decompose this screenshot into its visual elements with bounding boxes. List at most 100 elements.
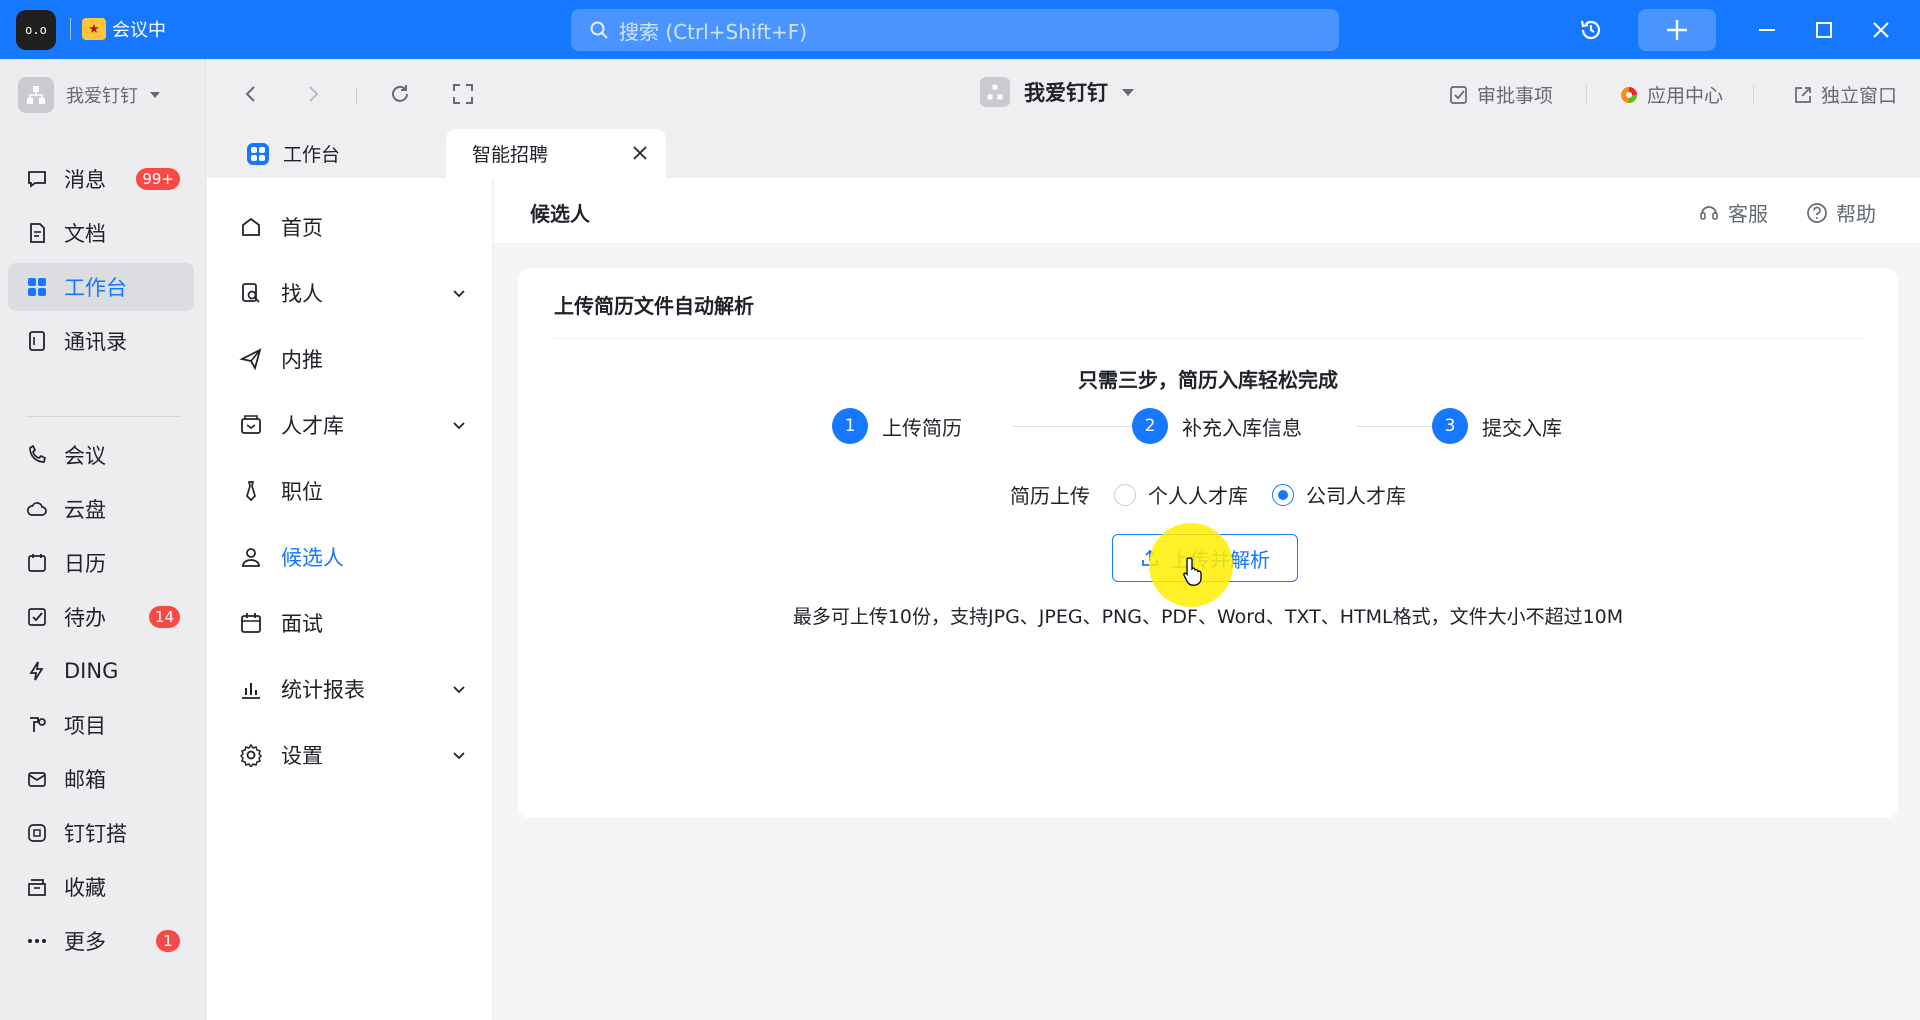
step-number: 1	[832, 408, 868, 444]
close-tab-icon[interactable]	[630, 143, 650, 163]
menu-label: 找人	[281, 282, 323, 306]
toolbar-separator	[356, 87, 357, 105]
step-upload: 1 上传简历	[832, 408, 962, 444]
approval-link[interactable]: 审批事项	[1449, 81, 1553, 108]
nav-item-contacts[interactable]: 通讯录	[8, 317, 194, 365]
radio-circle[interactable]	[1272, 483, 1294, 506]
nav-item-project[interactable]: 项目	[8, 701, 194, 749]
nav-item-favorites[interactable]: 收藏	[8, 863, 194, 911]
more-icon	[28, 939, 46, 943]
meeting-icon: ★	[82, 18, 106, 40]
tab-label: 工作台	[283, 144, 341, 166]
minimize-icon[interactable]	[1750, 13, 1784, 47]
nav-item-more[interactable]: 更多 1	[8, 917, 194, 965]
meeting-label: 会议中	[112, 20, 166, 41]
nav-item-ding[interactable]: DING	[8, 647, 194, 695]
step-connector	[1012, 426, 1148, 427]
fullscreen-icon[interactable]	[449, 80, 477, 108]
org-switcher[interactable]: 我爱钉钉	[18, 77, 160, 113]
approval-label: 审批事项	[1477, 85, 1554, 107]
nav-item-todo[interactable]: 待办 14	[8, 593, 194, 641]
close-icon[interactable]	[1864, 13, 1898, 47]
app-logo[interactable]: o.o	[16, 10, 56, 50]
external-window-icon	[1795, 86, 1811, 103]
app-center-link[interactable]: 应用中心	[1619, 81, 1723, 108]
upload-hint: 最多可上传10份，支持JPG、JPEG、PNG、PDF、Word、TXT、HTM…	[792, 606, 1624, 628]
menu-item-talent-pool[interactable]: 人才库	[239, 405, 467, 445]
card-title: 上传简历文件自动解析	[554, 294, 754, 318]
step-label: 提交入库	[1482, 415, 1562, 440]
message-icon	[28, 171, 46, 188]
customer-service-link[interactable]: 客服	[1698, 198, 1768, 227]
nav-item-workbench[interactable]: 工作台	[8, 263, 194, 311]
org-icon	[980, 77, 1010, 107]
content-header: 候选人 客服 帮助	[494, 178, 1920, 244]
todo-badge: 14	[148, 606, 180, 628]
org-title-switcher[interactable]: 我爱钉钉	[980, 77, 1134, 107]
radio-personal-pool[interactable]: 个人人才库	[1114, 480, 1248, 509]
nav-item-mail[interactable]: 邮箱	[8, 755, 194, 803]
menu-item-home[interactable]: 首页	[239, 207, 467, 247]
chevron-down-icon	[150, 92, 160, 98]
menu-item-referral[interactable]: 内推	[239, 339, 467, 379]
tab-workbench[interactable]: 工作台	[247, 129, 447, 178]
tab-bar: 工作台 智能招聘	[207, 129, 1920, 178]
menu-label: 设置	[281, 744, 323, 768]
builder-icon	[28, 824, 46, 842]
nav-label: DING	[64, 659, 119, 683]
unread-badge: 99+	[136, 168, 180, 190]
nav-item-builder[interactable]: 钉钉搭	[8, 809, 194, 857]
search-input[interactable]: 搜索 (Ctrl+Shift+F)	[571, 9, 1339, 51]
back-icon[interactable]	[237, 80, 265, 108]
workbench-icon	[247, 142, 269, 165]
recruit-sidebar: 首页 找人 内推 人才库 职位 候选人 面试 统计报表 设置	[207, 178, 493, 1020]
tab-smart-recruit[interactable]: 智能招聘	[446, 129, 666, 178]
meeting-status[interactable]: ★ 会议中	[82, 16, 166, 42]
standalone-window-link[interactable]: 独立窗口	[1793, 81, 1897, 108]
upload-card: 上传简历文件自动解析 只需三步，简历入库轻松完成 1 上传简历 2 补充入库信息…	[518, 268, 1898, 818]
menu-item-candidates[interactable]: 候选人	[239, 537, 467, 577]
menu-item-find-person[interactable]: 找人	[239, 273, 467, 313]
nav-divider	[26, 416, 180, 417]
forward-icon[interactable]	[299, 80, 327, 108]
menu-label: 候选人	[281, 546, 344, 570]
nav-item-documents[interactable]: 文档	[8, 209, 194, 257]
menu-item-statistics[interactable]: 统计报表	[239, 669, 467, 709]
favorites-icon	[28, 879, 46, 896]
nav-item-calendar[interactable]: 日历	[8, 539, 194, 587]
history-icon[interactable]	[1574, 13, 1608, 47]
refresh-icon[interactable]	[386, 80, 414, 108]
radio-circle[interactable]	[1114, 483, 1136, 506]
help-icon	[1807, 202, 1827, 223]
org-icon	[18, 77, 54, 113]
nav-label: 文档	[64, 222, 106, 246]
radio-company-pool[interactable]: 公司人才库	[1272, 480, 1406, 509]
chevron-down-icon	[453, 686, 465, 694]
nav-item-meeting[interactable]: 会议	[8, 431, 194, 479]
hand-cursor-icon	[1183, 557, 1202, 586]
menu-item-settings[interactable]: 设置	[239, 735, 467, 775]
more-badge: 1	[156, 930, 180, 952]
nav-item-cloud-drive[interactable]: 云盘	[8, 485, 194, 533]
card-divider	[554, 338, 1864, 339]
nav-item-messages[interactable]: 消息 99+	[8, 155, 194, 203]
chevron-down-icon	[453, 752, 465, 760]
add-button[interactable]	[1638, 9, 1716, 51]
step-label: 上传简历	[882, 415, 962, 440]
nav-label: 工作台	[64, 276, 127, 300]
step-label: 补充入库信息	[1182, 415, 1302, 440]
user-icon	[242, 548, 260, 567]
radio-label: 公司人才库	[1306, 484, 1406, 508]
menu-item-position[interactable]: 职位	[239, 471, 467, 511]
tab-label: 智能招聘	[472, 144, 549, 166]
chevron-down-icon	[1122, 88, 1134, 96]
nav-label: 收藏	[64, 876, 106, 900]
menu-item-interview[interactable]: 面试	[239, 603, 467, 643]
nav-label: 邮箱	[64, 768, 106, 792]
help-link[interactable]: 帮助	[1806, 198, 1876, 227]
steps-heading: 只需三步，简历入库轻松完成	[1078, 368, 1338, 392]
org-name: 我爱钉钉	[66, 86, 138, 107]
maximize-icon[interactable]	[1807, 13, 1841, 47]
toolbar-separator	[1586, 85, 1587, 105]
settings-icon	[239, 743, 263, 767]
